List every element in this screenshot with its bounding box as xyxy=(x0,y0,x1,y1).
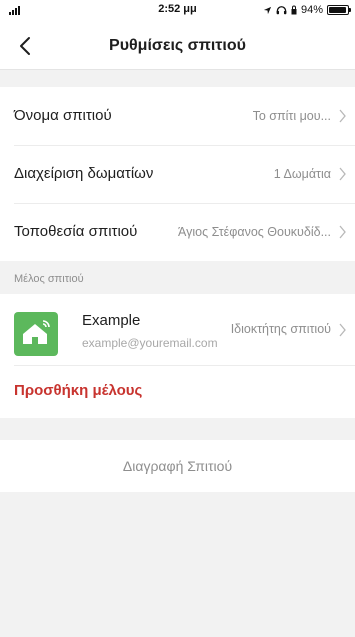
home-name-label: Όνομα σπιτιού xyxy=(14,107,112,124)
nav-bar: Ρυθμίσεις σπιτιού xyxy=(0,22,355,70)
home-location-label: Τοποθεσία σπιτιού xyxy=(14,223,138,240)
settings-row-home-name[interactable]: Όνομα σπιτιού Το σπίτι μου... xyxy=(0,87,355,144)
settings-row-room-management[interactable]: Διαχείριση δωματίων 1 Δωμάτια xyxy=(0,145,355,202)
member-name: Example xyxy=(82,312,141,329)
delete-home-button[interactable]: Διαγραφή Σπιτιού xyxy=(0,440,355,492)
settings-row-home-location[interactable]: Τοποθεσία σπιτιού Άγιος Στέφανος Θουκυδί… xyxy=(0,203,355,260)
member-email: example@youremail.com xyxy=(82,336,218,350)
chevron-right-icon xyxy=(339,323,346,337)
status-bar: 2:52 μμ 94% xyxy=(0,0,355,22)
chevron-right-icon xyxy=(339,225,346,239)
headphones-icon xyxy=(276,6,287,15)
battery-icon xyxy=(327,5,351,15)
home-name-value: Το σπίτι μου... xyxy=(252,108,331,123)
add-member-button[interactable]: Προσθήκη μέλους xyxy=(14,382,142,399)
battery-percent: 94% xyxy=(300,4,323,16)
status-right: 94% xyxy=(263,4,351,16)
member-role: Ιδιοκτήτης σπιτιού xyxy=(230,322,331,336)
divider xyxy=(14,365,355,366)
location-arrow-icon xyxy=(263,6,272,14)
room-management-label: Διαχείριση δωματίων xyxy=(14,165,154,182)
chevron-right-icon xyxy=(339,109,346,123)
room-count-value: 1 Δωμάτια xyxy=(273,166,331,181)
home-location-value: Άγιος Στέφανος Θουκυδίδ... xyxy=(178,224,331,239)
battery-fill xyxy=(329,7,346,13)
members-section-label: Μέλος σπιτιού xyxy=(14,273,84,285)
home-wifi-icon xyxy=(23,320,50,344)
home-settings-group: Όνομα σπιτιού Το σπίτι μου... Διαχείριση… xyxy=(0,87,355,261)
page-title: Ρυθμίσεις σπιτιού xyxy=(109,37,246,54)
chevron-right-icon xyxy=(339,167,346,181)
lock-rotation-icon xyxy=(291,5,297,15)
member-avatar xyxy=(14,312,58,356)
